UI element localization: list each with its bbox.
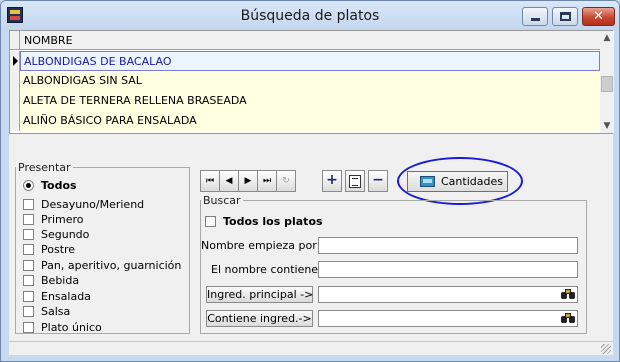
checkbox-label: Todos los platos <box>223 215 323 228</box>
checkbox-icon <box>23 229 34 240</box>
last-record-button[interactable]: ⏭ <box>257 170 277 192</box>
edit-button[interactable] <box>345 170 365 192</box>
maximize-button[interactable] <box>552 7 578 26</box>
scroll-down-icon[interactable]: ▼ <box>600 119 614 133</box>
checkbox-icon <box>23 275 34 286</box>
prev-icon: ◀ <box>225 176 233 186</box>
close-button[interactable]: ✕ <box>582 7 615 26</box>
radio-todos-label: Todos <box>41 179 77 192</box>
checkbox-icon <box>23 306 34 317</box>
minimize-icon <box>531 18 540 21</box>
table-cell[interactable]: ALBONDIGAS SIN SAL <box>20 71 600 91</box>
checkbox-label: Primero <box>41 213 84 226</box>
refresh-icon: ↻ <box>282 176 290 186</box>
table-row[interactable]: ALIÑO BÁSICO PARA ENSALADA <box>10 111 600 131</box>
row-indicator <box>10 91 20 111</box>
table-cell[interactable]: ALETA DE TERNERA RELLENA BRASEADA <box>20 91 600 111</box>
buscar-legend: Buscar <box>203 194 241 207</box>
minimize-button[interactable] <box>522 7 548 26</box>
contiene-ingred-button[interactable]: Contiene ingred.-> <box>206 310 313 327</box>
status-bar <box>9 341 613 355</box>
presentar-group: Presentar Todos Desayuno/Meriend Primero… <box>15 161 190 334</box>
radio-icon <box>23 180 34 191</box>
resize-grip-icon[interactable] <box>601 344 611 354</box>
table-row[interactable]: ALBONDIGAS SIN SAL <box>10 71 600 91</box>
record-navigator: ⏮ ◀ ▶ ⏭ ↻ <box>200 170 298 192</box>
close-icon: ✕ <box>593 9 604 24</box>
ingred-principal-field[interactable] <box>318 286 578 303</box>
title-bar[interactable]: Búsqueda de platos ✕ <box>1 1 619 30</box>
grid-corner <box>10 31 20 50</box>
nombre-empieza-label: Nombre empieza por <box>201 239 317 252</box>
window: Búsqueda de platos ✕ NOMBRE ALBONDIGAS D… <box>0 0 620 362</box>
dishes-grid[interactable]: NOMBRE ALBONDIGAS DE BACALAO ALBONDIGAS … <box>9 30 614 134</box>
checkbox-label: Salsa <box>41 305 71 318</box>
table-row[interactable]: ALBONDIGAS DE BACALAO <box>10 51 600 71</box>
checkbox-icon <box>205 216 216 227</box>
vertical-scrollbar[interactable]: ▲ ▼ <box>600 31 614 133</box>
checkbox-label: Bebida <box>41 274 80 287</box>
checkbox-label: Postre <box>41 243 76 256</box>
checkbox-icon <box>23 199 34 210</box>
table-cell[interactable]: ALBONDIGAS DE BACALAO <box>20 51 600 71</box>
row-indicator <box>10 111 20 131</box>
nombre-empieza-input[interactable] <box>318 237 578 254</box>
binoculars-icon[interactable] <box>561 313 575 324</box>
ingred-principal-button[interactable]: Ingred. principal -> <box>206 286 313 303</box>
checkbox-icon <box>23 244 34 255</box>
contiene-ingred-field[interactable] <box>318 310 578 327</box>
binoculars-icon[interactable] <box>561 289 575 300</box>
checkbox-label: Segundo <box>41 228 90 241</box>
first-icon: ⏮ <box>205 176 215 186</box>
checkbox-label: Pan, aperitivo, guarnición <box>41 259 182 272</box>
column-header-nombre[interactable]: NOMBRE <box>24 34 73 47</box>
nombre-contiene-input[interactable] <box>318 261 578 278</box>
table-row[interactable]: ALETA DE TERNERA RELLENA BRASEADA <box>10 91 600 111</box>
client-area: NOMBRE ALBONDIGAS DE BACALAO ALBONDIGAS … <box>9 30 614 355</box>
presentar-legend: Presentar <box>18 161 71 174</box>
add-button[interactable]: + <box>322 170 342 192</box>
first-record-button[interactable]: ⏮ <box>200 170 220 192</box>
buscar-group: Buscar Todos los platos Nombre empieza p… <box>200 194 587 334</box>
maximize-icon <box>560 12 571 21</box>
edit-document-icon <box>349 175 361 188</box>
remove-button[interactable]: − <box>368 170 388 192</box>
checkbox-icon <box>23 322 34 333</box>
scroll-thumb[interactable] <box>601 76 613 92</box>
checkbox-icon <box>23 291 34 302</box>
grid-header: NOMBRE <box>10 31 600 50</box>
checkbox-label: Plato único <box>41 321 102 334</box>
next-icon: ▶ <box>244 176 252 186</box>
checkbox-label: Desayuno/Meriend <box>41 198 145 211</box>
checkbox-icon <box>23 260 34 271</box>
plus-icon: + <box>326 172 338 188</box>
last-icon: ⏭ <box>262 176 272 186</box>
prev-record-button[interactable]: ◀ <box>219 170 239 192</box>
row-indicator <box>10 71 20 91</box>
table-cell[interactable]: ALIÑO BÁSICO PARA ENSALADA <box>20 111 600 131</box>
refresh-button[interactable]: ↻ <box>276 170 296 192</box>
next-record-button[interactable]: ▶ <box>238 170 258 192</box>
checkbox-icon <box>23 214 34 225</box>
row-indicator-icon <box>10 51 20 71</box>
scroll-up-icon[interactable]: ▲ <box>600 31 614 45</box>
nombre-contiene-label: El nombre contiene <box>211 263 319 276</box>
checkbox-label: Ensalada <box>41 290 91 303</box>
minus-icon: − <box>372 172 384 188</box>
